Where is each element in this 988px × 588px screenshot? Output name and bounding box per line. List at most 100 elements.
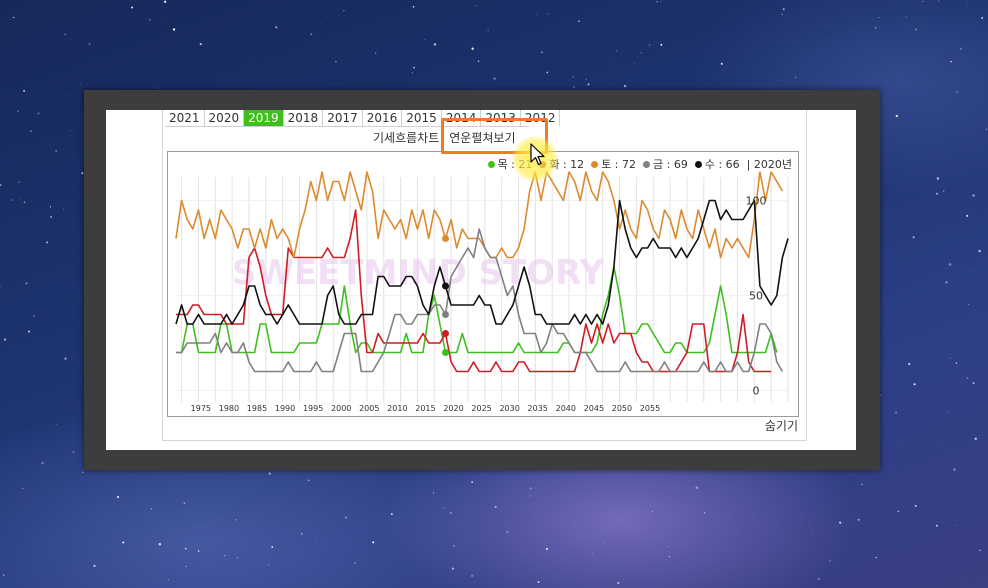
year-tab-2021[interactable]: 2021 (165, 110, 205, 126)
star (10, 199, 13, 202)
star (0, 285, 1, 288)
star (938, 444, 940, 445)
star (547, 13, 549, 15)
star (587, 83, 590, 86)
x-tick-label: 2040 (556, 404, 576, 413)
legend-year: | 2020년 (746, 158, 792, 171)
star (172, 28, 176, 31)
highlight-point-토 (442, 235, 450, 242)
star (781, 13, 783, 16)
mouse-cursor-icon (530, 143, 545, 166)
star (883, 333, 884, 335)
star (167, 578, 170, 581)
star (913, 383, 916, 386)
star (506, 530, 509, 534)
star (617, 581, 620, 585)
star (978, 249, 981, 253)
star (936, 524, 938, 527)
y-tick-label: 100 (746, 195, 767, 208)
star (75, 517, 77, 519)
star (3, 338, 7, 341)
star (343, 10, 345, 12)
x-tick-label: 2035 (528, 404, 548, 413)
star (611, 58, 613, 59)
star (869, 75, 871, 77)
star (471, 47, 474, 50)
star (0, 184, 2, 187)
star (235, 519, 237, 521)
star (310, 33, 313, 36)
star (953, 468, 956, 471)
star (326, 15, 327, 17)
star (25, 282, 28, 285)
star (12, 143, 14, 145)
star (413, 66, 415, 69)
star (18, 181, 20, 184)
star (572, 76, 574, 78)
star (960, 192, 961, 194)
legend-item: 금 : 69 (643, 156, 688, 172)
year-tab-2016[interactable]: 2016 (363, 110, 403, 126)
star (782, 8, 785, 11)
star (184, 547, 187, 550)
star (529, 487, 532, 490)
year-tab-2015[interactable]: 2015 (402, 110, 442, 126)
year-tab-2019[interactable]: 2019 (244, 110, 284, 126)
highlight-point-금 (442, 311, 450, 318)
year-tab-2018[interactable]: 2018 (284, 110, 324, 126)
star (453, 544, 456, 547)
star (950, 60, 952, 63)
star (874, 26, 877, 29)
star (945, 281, 948, 284)
star (390, 513, 393, 516)
star (116, 495, 120, 499)
star (878, 17, 880, 19)
legend-dot-icon (643, 160, 651, 168)
star (529, 495, 531, 497)
star (32, 315, 35, 318)
star (585, 78, 587, 80)
star (72, 451, 75, 454)
star (540, 51, 543, 54)
star (545, 547, 548, 550)
flow-chart-link[interactable]: 기세흐름차트 (373, 129, 439, 146)
star (936, 192, 938, 195)
star (948, 263, 952, 266)
star (449, 512, 452, 514)
star (660, 43, 663, 46)
star (62, 208, 64, 210)
star (28, 330, 31, 333)
star (334, 60, 337, 63)
star (651, 510, 653, 512)
star (412, 5, 415, 8)
star (157, 87, 159, 89)
star (695, 8, 697, 9)
star (905, 16, 907, 18)
star (695, 486, 699, 489)
star (56, 117, 57, 119)
star (55, 150, 57, 152)
star (268, 472, 271, 475)
star (64, 357, 67, 360)
star (470, 574, 474, 578)
star (895, 114, 899, 118)
star (88, 42, 91, 45)
x-tick-label: 2050 (612, 404, 632, 413)
star (839, 521, 842, 524)
star (183, 502, 186, 504)
highlight-point-화 (442, 330, 450, 337)
star (956, 524, 957, 526)
star (443, 507, 446, 509)
star (623, 84, 627, 88)
legend-dot-icon (591, 160, 599, 168)
hide-button[interactable]: 숨기기 (765, 417, 798, 434)
star (897, 442, 899, 444)
star (487, 30, 489, 32)
x-tick-label: 2015 (415, 404, 435, 413)
year-tab-2020[interactable]: 2020 (205, 110, 245, 126)
star (289, 72, 290, 74)
star (237, 557, 239, 559)
legend-dot-icon (694, 160, 702, 168)
x-tick-label: 2005 (359, 404, 379, 413)
year-tab-2017[interactable]: 2017 (323, 110, 363, 126)
